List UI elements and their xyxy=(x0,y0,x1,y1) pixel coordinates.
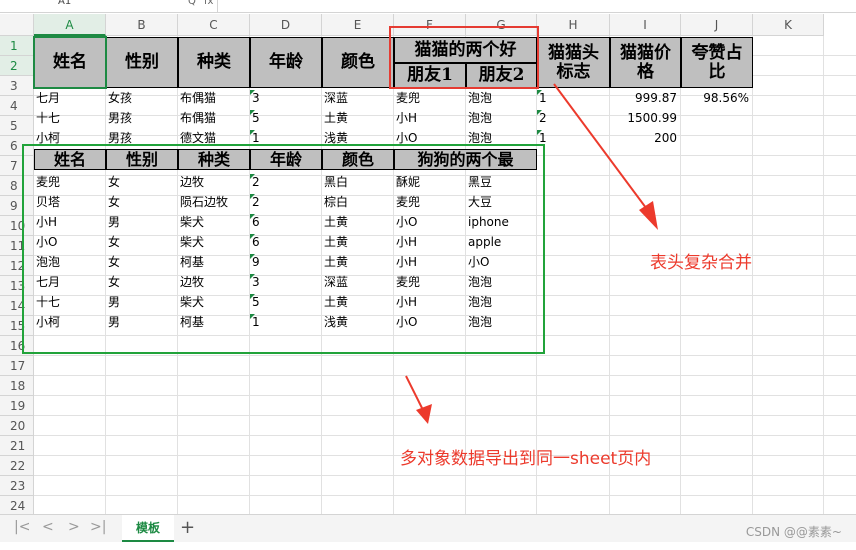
row-header-24[interactable]: 24 xyxy=(0,496,34,516)
cat-cell-kind[interactable]: 布偶猫 xyxy=(178,89,250,107)
cat-cell-age[interactable]: 3 xyxy=(250,89,322,107)
cat-header-color[interactable]: 颜色 xyxy=(322,37,394,88)
column-header-i[interactable]: I xyxy=(610,14,681,36)
cat-cell-f2[interactable]: 泡泡 xyxy=(466,89,537,107)
grid-row-line xyxy=(34,435,856,436)
grid-row-line xyxy=(34,395,856,396)
cat-cell-name[interactable]: 七月 xyxy=(34,89,106,107)
formula-bar: A1 Q fx xyxy=(0,0,856,13)
row-header-2[interactable]: 2 xyxy=(0,56,34,76)
fx-icon[interactable]: fx xyxy=(204,0,213,7)
number-as-text-marker xyxy=(250,130,255,135)
row-header-19[interactable]: 19 xyxy=(0,396,34,416)
status-bar xyxy=(0,542,856,550)
cat-cell-f2[interactable]: 泡泡 xyxy=(466,109,537,127)
annotation-multi-object: 多对象数据导出到同一sheet页内 xyxy=(400,449,652,469)
watermark: CSDN @@素素~ xyxy=(745,525,842,539)
cat-cell-kind[interactable]: 布偶猫 xyxy=(178,109,250,127)
formula-bar-divider xyxy=(217,0,218,12)
cat-cell-ratio[interactable]: 98.56% xyxy=(681,89,753,107)
cat-cell-color[interactable]: 深蓝 xyxy=(322,89,394,107)
column-header-h[interactable]: H xyxy=(537,14,610,36)
column-header-d[interactable]: D xyxy=(250,14,322,36)
arrow-to-header-annotation xyxy=(553,83,658,230)
grid-row-line xyxy=(34,355,856,356)
grid-row-line xyxy=(34,415,856,416)
cat-cell-gender[interactable]: 男孩 xyxy=(106,109,178,127)
column-header-e[interactable]: E xyxy=(322,14,394,36)
prev-sheet-icon[interactable]: < xyxy=(42,519,54,535)
number-as-text-marker xyxy=(250,90,255,95)
last-sheet-icon[interactable]: >| xyxy=(90,519,106,535)
row-header-1[interactable]: 1 xyxy=(0,36,34,56)
row-header-17[interactable]: 17 xyxy=(0,356,34,376)
cat-header-kind[interactable]: 种类 xyxy=(178,37,250,88)
sheet-tab-template[interactable]: 模板 xyxy=(122,515,174,542)
active-cell-selection xyxy=(33,36,107,89)
cat-cell-gender[interactable]: 女孩 xyxy=(106,89,178,107)
add-sheet-button[interactable]: + xyxy=(180,517,195,538)
cat-cell-f1[interactable]: 小H xyxy=(394,109,466,127)
cat-cell-color[interactable]: 土黄 xyxy=(322,109,394,127)
row-header-22[interactable]: 22 xyxy=(0,456,34,476)
row-header-3[interactable]: 3 xyxy=(0,76,34,96)
row-header-5[interactable]: 5 xyxy=(0,116,34,136)
annotation-header-merge: 表头复杂合并 xyxy=(650,253,752,273)
first-sheet-icon[interactable]: |< xyxy=(14,519,30,535)
cat-header-ratio[interactable]: 夸赞占比 xyxy=(681,37,753,88)
column-header-b[interactable]: B xyxy=(106,14,178,36)
row-header-23[interactable]: 23 xyxy=(0,476,34,496)
number-as-text-marker xyxy=(250,110,255,115)
multi-object-highlight-box xyxy=(22,144,545,354)
row-header-18[interactable]: 18 xyxy=(0,376,34,396)
select-all-corner[interactable] xyxy=(0,14,34,36)
header-merge-highlight-box xyxy=(389,26,539,89)
search-icon[interactable]: Q xyxy=(188,0,196,7)
cat-cell-age[interactable]: 5 xyxy=(250,109,322,127)
column-header-k[interactable]: K xyxy=(753,14,824,36)
cat-header-age[interactable]: 年龄 xyxy=(250,37,322,88)
grid-row-line xyxy=(34,375,856,376)
next-sheet-icon[interactable]: > xyxy=(68,519,80,535)
column-header-j[interactable]: J xyxy=(681,14,753,36)
sheet-tab-bar: |< < > >| 模板 + CSDN @@素素~ xyxy=(0,514,856,542)
row-header-21[interactable]: 21 xyxy=(0,436,34,456)
name-box[interactable]: A1 xyxy=(58,0,71,7)
arrow-to-multi-object-annotation xyxy=(405,375,432,424)
row-header-20[interactable]: 20 xyxy=(0,416,34,436)
cat-cell-f1[interactable]: 麦兜 xyxy=(394,89,466,107)
cat-header-gender[interactable]: 性别 xyxy=(106,37,178,88)
grid-row-line xyxy=(34,475,856,476)
grid-row-line xyxy=(34,495,856,496)
column-header-c[interactable]: C xyxy=(178,14,250,36)
cat-cell-name[interactable]: 十七 xyxy=(34,109,106,127)
column-header-a[interactable]: A xyxy=(34,14,106,36)
row-header-4[interactable]: 4 xyxy=(0,96,34,116)
